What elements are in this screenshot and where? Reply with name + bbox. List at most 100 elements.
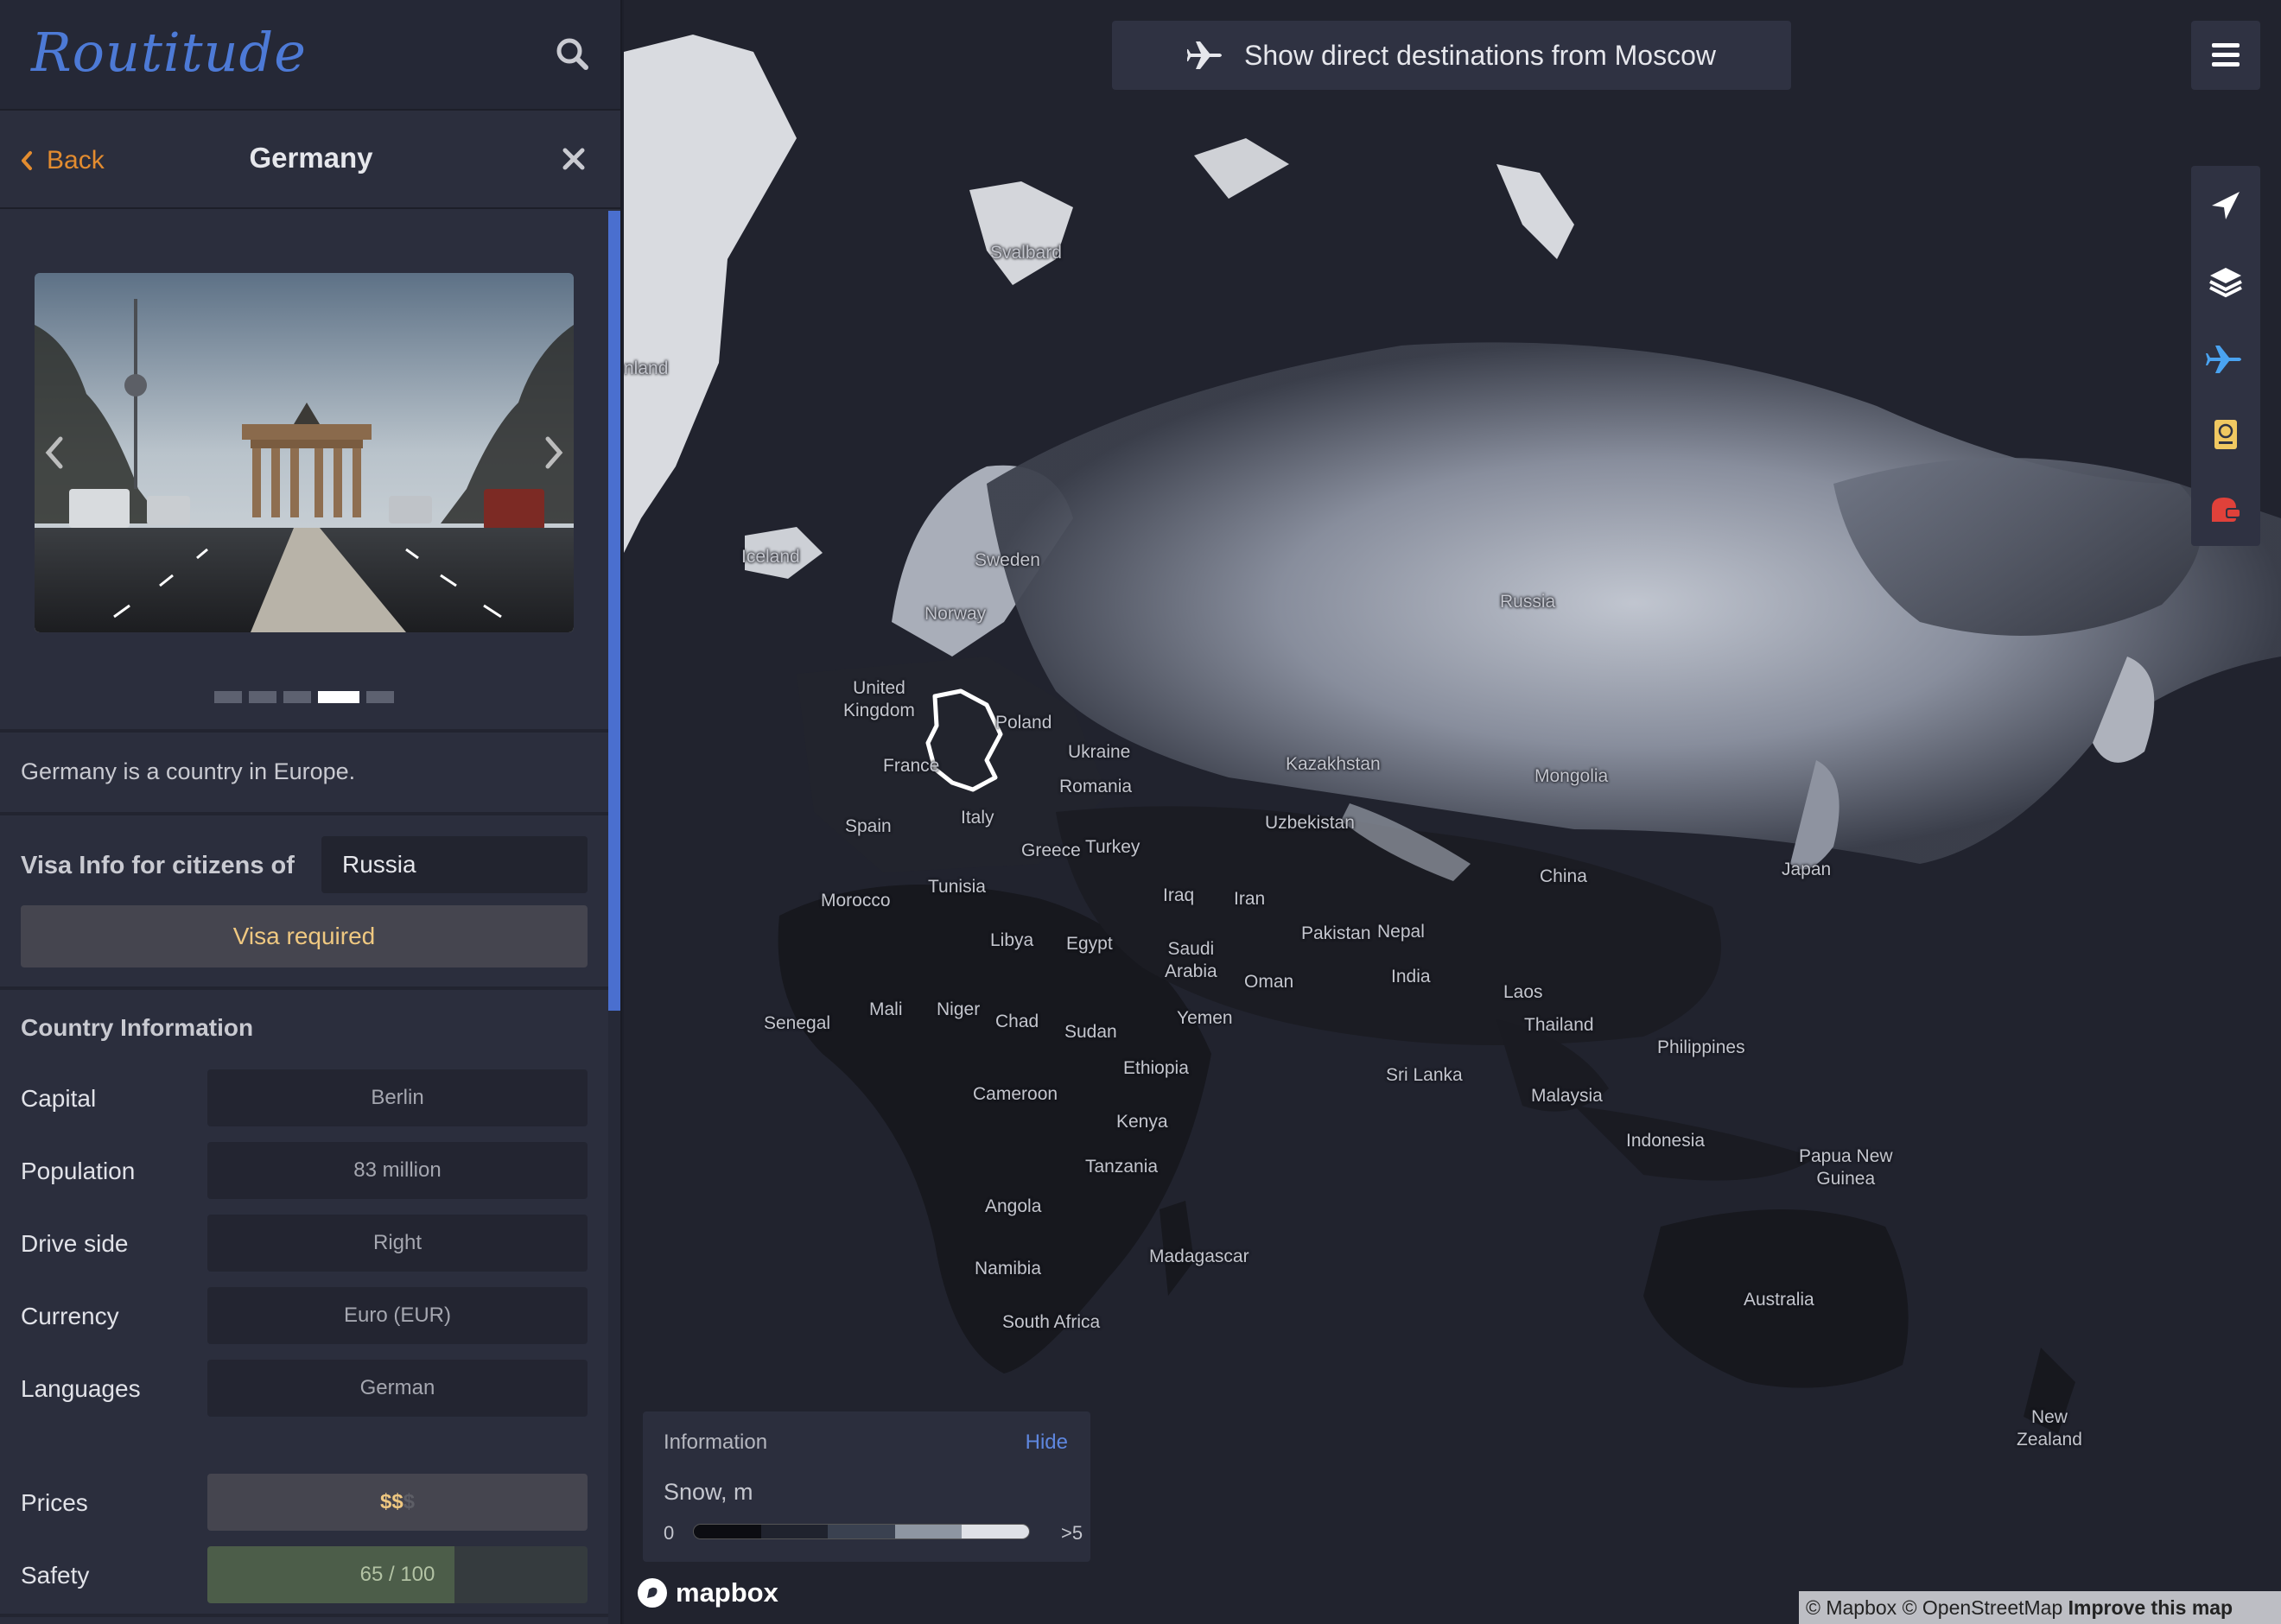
legend-color-step	[760, 1525, 829, 1538]
mapbox-icon	[638, 1578, 667, 1608]
map-label-niger: Niger	[937, 999, 981, 1019]
info-value: 83 million	[207, 1142, 588, 1199]
map-label-png: Papua New Guinea	[1799, 1146, 1893, 1189]
map-label-spain: Spain	[845, 816, 892, 836]
legend-hide-button[interactable]: Hide	[1026, 1431, 1068, 1455]
map-label-namibia: Namibia	[975, 1259, 1042, 1278]
map-label-madagascar: Madagascar	[1149, 1247, 1249, 1266]
legend-color-step	[962, 1525, 1029, 1538]
search-button[interactable]	[550, 31, 598, 79]
attribution-osm-link[interactable]: © OpenStreetMap	[1903, 1596, 2063, 1619]
info-label: Prices	[21, 1489, 88, 1516]
map-label-ethiopia: Ethiopia	[1123, 1058, 1189, 1078]
divider	[0, 729, 608, 733]
visa-status-badge: Visa required	[21, 905, 588, 967]
hamburger-menu-icon	[2212, 43, 2240, 67]
snow-depth-map	[624, 35, 2281, 1434]
map-label-iceland: Iceland	[741, 547, 800, 567]
app-logo[interactable]: Routitude	[31, 21, 307, 84]
carousel-prev-button[interactable]	[35, 427, 76, 479]
legend-color-scale	[693, 1524, 1030, 1539]
legend-max-label: >5	[1061, 1522, 1083, 1544]
layers-button[interactable]	[2191, 245, 2260, 321]
legend-color-step	[828, 1525, 895, 1538]
close-button[interactable]	[556, 142, 591, 176]
legend-color-step	[894, 1525, 963, 1538]
world-map[interactable]: nland Svalbard Iceland Sweden Norway Russia Un…	[624, 0, 2281, 1624]
map-label-egypt: Egypt	[1066, 934, 1113, 954]
legend-color-step	[694, 1525, 761, 1538]
info-label: Languages	[21, 1375, 141, 1402]
sidebar-scrollbar-thumb[interactable]	[608, 211, 620, 1011]
map-label-greece: Greece	[1021, 841, 1081, 860]
info-row-languages: Languages German	[21, 1360, 588, 1417]
plane-icon	[1187, 41, 1222, 69]
map-label-kenya: Kenya	[1116, 1112, 1168, 1132]
direct-destinations-label: Show direct destinations from Moscow	[1244, 39, 1716, 71]
country-description: Germany is a country in Europe.	[21, 758, 356, 784]
info-value: Right	[207, 1215, 588, 1272]
improve-map-link[interactable]: Improve this map	[2068, 1596, 2233, 1619]
country-title: Germany	[249, 142, 373, 174]
direct-destinations-button[interactable]: Show direct destinations from Moscow	[1112, 21, 1791, 90]
map-label-new-zealand: New Zealand	[2017, 1407, 2082, 1450]
carousel-indicators	[0, 691, 608, 703]
info-value: Euro (EUR)	[207, 1287, 588, 1344]
info-row-prices: Prices $$$	[21, 1474, 588, 1531]
map-label-iran: Iran	[1234, 889, 1266, 909]
brandenburg-gate-photo	[35, 273, 574, 632]
carousel-dot[interactable]	[283, 691, 311, 703]
map-label-malaysia: Malaysia	[1531, 1086, 1603, 1106]
map-label-nepal: Nepal	[1377, 922, 1425, 942]
carousel-dot[interactable]	[366, 691, 394, 703]
sidebar-header: Routitude	[0, 0, 620, 111]
map-label-mali: Mali	[869, 999, 903, 1019]
map-label-china: China	[1540, 866, 1587, 886]
map-attribution: © Mapbox © OpenStreetMap Improve this ma…	[1799, 1591, 2281, 1624]
divider	[0, 1614, 608, 1617]
map-label-italy: Italy	[961, 808, 994, 828]
map-label-south-africa: South Africa	[1002, 1312, 1101, 1332]
price-level-indicator: $$$	[207, 1474, 588, 1531]
info-value: Berlin	[207, 1069, 588, 1126]
map-label-libya: Libya	[990, 930, 1034, 950]
info-value: German	[207, 1360, 588, 1417]
map-label-france: France	[883, 756, 940, 776]
info-label: Currency	[21, 1303, 119, 1329]
map-label-indonesia: Indonesia	[1626, 1131, 1706, 1151]
map-label-ukraine: Ukraine	[1068, 742, 1131, 762]
citizenship-input[interactable]	[321, 836, 588, 893]
price-level-active: $$	[379, 1490, 403, 1513]
carousel-dot[interactable]	[318, 691, 359, 703]
info-row-drive-side: Drive side Right	[21, 1215, 588, 1272]
flights-layer-button[interactable]	[2191, 321, 2260, 397]
map-legend: Information Hide Snow, m 0 >5	[643, 1411, 1090, 1562]
menu-button[interactable]	[2191, 21, 2260, 90]
map-label-uk: United Kingdom	[843, 678, 915, 720]
carousel-dot[interactable]	[249, 691, 276, 703]
visa-layer-button[interactable]	[2191, 397, 2260, 473]
covid-icon	[2212, 498, 2241, 522]
info-row-capital: Capital Berlin	[21, 1069, 588, 1126]
map-label-australia: Australia	[1744, 1290, 1814, 1310]
map-label-yemen: Yemen	[1177, 1008, 1233, 1028]
mapbox-logo[interactable]: mapbox	[636, 1576, 778, 1610]
map-label-kazakhstan: Kazakhstan	[1286, 754, 1381, 774]
location-arrow-icon	[2212, 192, 2240, 219]
safety-score-bar: 65 / 100	[207, 1546, 588, 1603]
carousel-dot[interactable]	[214, 691, 242, 703]
map-label-cameroon: Cameroon	[973, 1084, 1058, 1104]
attribution-mapbox-link[interactable]: © Mapbox	[1806, 1596, 1897, 1619]
map-label-senegal: Senegal	[764, 1013, 831, 1033]
info-label: Population	[21, 1158, 136, 1184]
photo-carousel[interactable]	[35, 273, 574, 632]
locate-button[interactable]	[2191, 169, 2260, 245]
country-info-heading: Country Information	[21, 1014, 254, 1041]
map-label-turkey: Turkey	[1085, 837, 1140, 857]
sidebar: Routitude Back Germany Germany is a coun…	[0, 0, 622, 1624]
layers-icon	[2209, 268, 2242, 298]
carousel-next-button[interactable]	[532, 427, 574, 479]
info-label: Drive side	[21, 1230, 129, 1257]
covid-layer-button[interactable]	[2191, 473, 2260, 549]
close-icon	[562, 148, 585, 170]
